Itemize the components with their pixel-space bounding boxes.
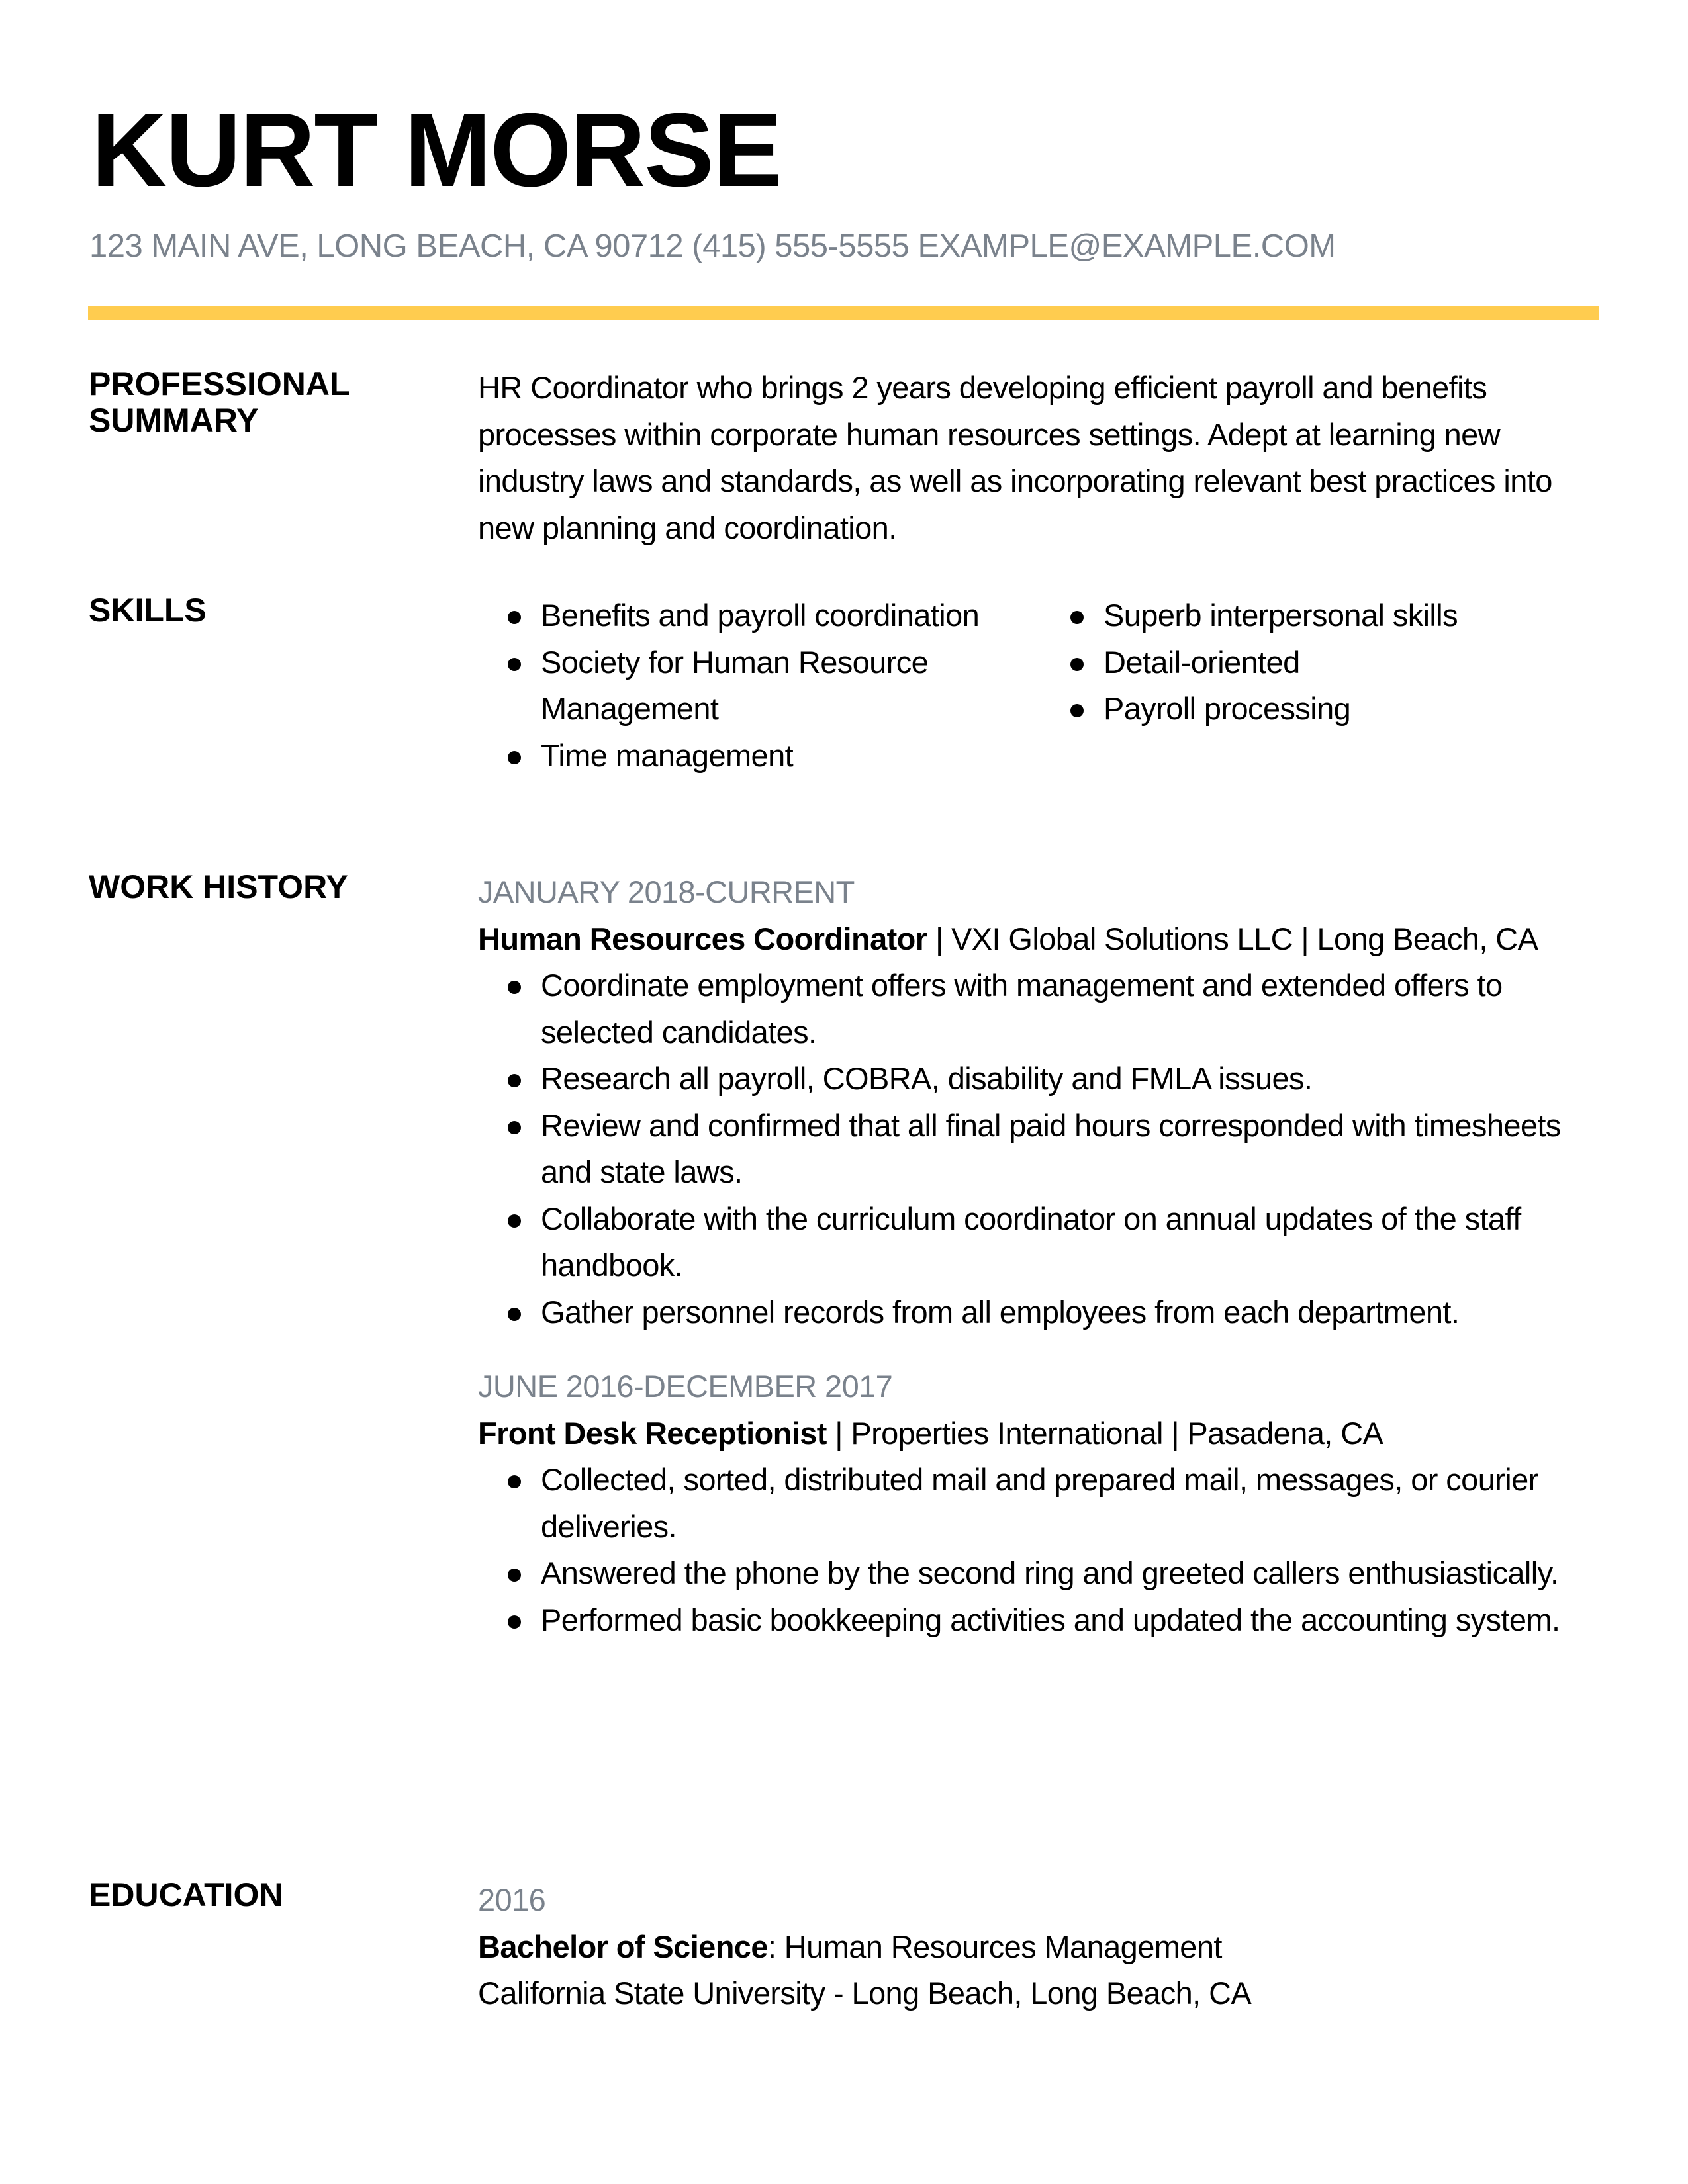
job-company-location: | VXI Global Solutions LLC | Long Beach,… — [927, 921, 1538, 956]
education-body: 2016 Bachelor of Science: Human Resource… — [478, 1877, 1603, 2017]
job-bullet: Answered the phone by the second ring an… — [478, 1550, 1603, 1597]
job-bullet: Research all payroll, COBRA, disability … — [478, 1056, 1603, 1103]
skill-item: Superb interpersonal skills — [1041, 592, 1603, 639]
skill-item: Society for Human Resource Management — [478, 639, 1041, 733]
education-field: : Human Resources Management — [767, 1929, 1223, 1964]
job-entry: JUNE 2016-DECEMBER 2017 Front Desk Recep… — [478, 1363, 1603, 1643]
accent-divider — [88, 306, 1599, 320]
skills-column-1: Benefits and payroll coordination Societ… — [478, 592, 1041, 779]
skills-column-2: Superb interpersonal skills Detail-orien… — [1041, 592, 1603, 779]
job-entry: JANUARY 2018-CURRENT Human Resources Coo… — [478, 869, 1603, 1336]
work-history-body: JANUARY 2018-CURRENT Human Resources Coo… — [478, 869, 1603, 1643]
skill-item: Time management — [478, 733, 1041, 780]
job-company-location: | Properties International | Pasadena, C… — [826, 1415, 1383, 1451]
summary-heading: PROFESSIONAL SUMMARY — [89, 365, 350, 439]
skill-item: Payroll processing — [1041, 686, 1603, 733]
education-degree: Bachelor of Science — [478, 1929, 768, 1964]
job-role: Front Desk Receptionist — [478, 1415, 827, 1451]
skill-item: Benefits and payroll coordination — [478, 592, 1041, 639]
skill-item: Detail-oriented — [1041, 639, 1603, 686]
candidate-name: KURT MORSE — [91, 92, 782, 208]
education-heading: EDUCATION — [89, 1876, 283, 1913]
job-role: Human Resources Coordinator — [478, 921, 927, 956]
job-bullet: Review and confirmed that all final paid… — [478, 1103, 1603, 1196]
job-bullet: Coordinate employment offers with manage… — [478, 962, 1603, 1056]
contact-info: 123 MAIN AVE, LONG BEACH, CA 90712 (415)… — [89, 228, 1336, 264]
education-year: 2016 — [478, 1882, 546, 1917]
job-bullets: Collected, sorted, distributed mail and … — [478, 1457, 1603, 1643]
job-bullet: Collaborate with the curriculum coordina… — [478, 1196, 1603, 1289]
education-school: California State University - Long Beach… — [478, 1976, 1252, 2011]
education-degree-line: Bachelor of Science: Human Resources Man… — [478, 1924, 1603, 1971]
job-title-line: Front Desk Receptionist | Properties Int… — [478, 1410, 1603, 1457]
work-history-heading: WORK HISTORY — [89, 868, 348, 905]
job-bullet: Performed basic bookkeeping activities a… — [478, 1597, 1603, 1644]
job-dates: JANUARY 2018-CURRENT — [478, 874, 855, 909]
job-title-line: Human Resources Coordinator | VXI Global… — [478, 916, 1603, 963]
job-bullet: Gather personnel records from all employ… — [478, 1289, 1603, 1336]
skills-list: Benefits and payroll coordination Societ… — [478, 592, 1603, 779]
job-bullet: Collected, sorted, distributed mail and … — [478, 1457, 1603, 1550]
job-bullets: Coordinate employment offers with manage… — [478, 962, 1603, 1336]
job-dates: JUNE 2016-DECEMBER 2017 — [478, 1369, 893, 1404]
skills-heading: SKILLS — [89, 592, 207, 629]
summary-text: HR Coordinator who brings 2 years develo… — [478, 370, 1552, 545]
